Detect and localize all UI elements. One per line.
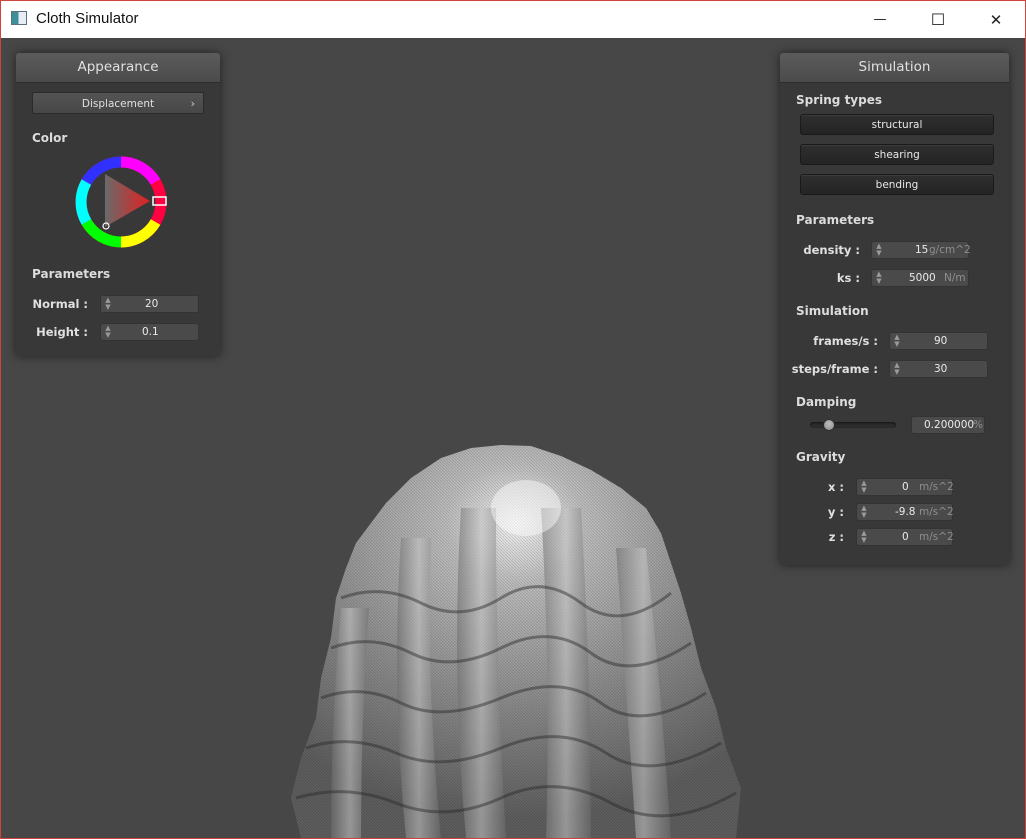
appearance-parameters-label: Parameters (32, 267, 111, 281)
app-window: Cloth Simulator — ☐ ✕ Appearance Displac… (0, 0, 1026, 839)
minimize-button[interactable]: — (851, 1, 909, 38)
spinner-icon[interactable]: ▲ ▼ (893, 334, 901, 348)
app-icon (11, 11, 27, 25)
gravity-y-input[interactable]: ▲ ▼ -9.8 m/s^2 (856, 503, 954, 521)
shearing-toggle[interactable]: shearing (800, 144, 994, 165)
spring-types-label: Spring types (796, 93, 883, 107)
steps-per-frame-input[interactable]: ▲ ▼ 30 (889, 360, 988, 378)
spinner-icon[interactable]: ▲ ▼ (875, 243, 883, 257)
frames-per-second-input[interactable]: ▲ ▼ 90 (889, 332, 988, 350)
ks-label: ks : (836, 271, 860, 285)
render-viewport[interactable]: Appearance Displacement › Color Paramete… (1, 38, 1025, 838)
close-button[interactable]: ✕ (967, 1, 1025, 38)
window-title: Cloth Simulator (36, 10, 139, 27)
damping-label: Damping (796, 395, 857, 409)
spinner-icon[interactable]: ▲ ▼ (860, 505, 868, 519)
simulation-parameters-label: Parameters (796, 213, 875, 227)
gravity-x-label: x : (827, 480, 844, 494)
bending-toggle[interactable]: bending (800, 174, 994, 195)
ks-input[interactable]: ▲ ▼ 5000 N/m (871, 269, 969, 287)
steps-per-frame-label: steps/frame : (791, 362, 878, 376)
gravity-x-input[interactable]: ▲ ▼ 0 m/s^2 (856, 478, 954, 496)
appearance-panel-title[interactable]: Appearance (16, 53, 220, 83)
normal-label: Normal : (32, 297, 88, 311)
spinner-icon[interactable]: ▲ ▼ (875, 271, 883, 285)
simulation-group-label: Simulation (796, 304, 869, 318)
height-input[interactable]: ▲ ▼ 0.1 (100, 323, 199, 341)
frames-per-second-label: frames/s : (813, 334, 878, 348)
color-group-label: Color (32, 131, 68, 145)
gravity-y-label: y : (827, 505, 844, 519)
simulation-panel: Simulation Spring types structural shear… (780, 53, 1009, 565)
gravity-z-input[interactable]: ▲ ▼ 0 m/s^2 (856, 528, 954, 546)
maximize-button[interactable]: ☐ (909, 1, 967, 38)
density-input[interactable]: ▲ ▼ 15 g/cm^2 (871, 241, 971, 259)
simulation-panel-title[interactable]: Simulation (780, 53, 1009, 83)
chevron-right-icon: › (190, 97, 195, 110)
spinner-icon[interactable]: ▲ ▼ (893, 362, 901, 376)
damping-input[interactable]: 0.200000 % (911, 416, 985, 434)
spinner-icon[interactable]: ▲ ▼ (104, 325, 112, 339)
shader-select-button[interactable]: Displacement › (32, 92, 204, 114)
spinner-icon[interactable]: ▲ ▼ (860, 530, 868, 544)
height-label: Height : (36, 325, 88, 339)
close-icon: ✕ (989, 10, 1003, 29)
damping-slider-knob[interactable] (822, 419, 835, 431)
gravity-z-label: z : (828, 530, 844, 544)
title-bar[interactable]: Cloth Simulator — ☐ ✕ (1, 1, 1025, 38)
spinner-icon[interactable]: ▲ ▼ (860, 480, 868, 494)
gravity-label: Gravity (796, 450, 846, 464)
maximize-icon: ☐ (930, 10, 946, 29)
normal-input[interactable]: ▲ ▼ 20 (100, 295, 199, 313)
shader-select-label: Displacement (81, 98, 155, 110)
density-label: density : (803, 243, 860, 257)
spinner-icon[interactable]: ▲ ▼ (104, 297, 112, 311)
appearance-panel: Appearance Displacement › Color Paramete… (16, 53, 220, 356)
color-wheel[interactable] (74, 155, 168, 249)
minimize-icon: — (873, 12, 887, 27)
structural-toggle[interactable]: structural (800, 114, 994, 135)
